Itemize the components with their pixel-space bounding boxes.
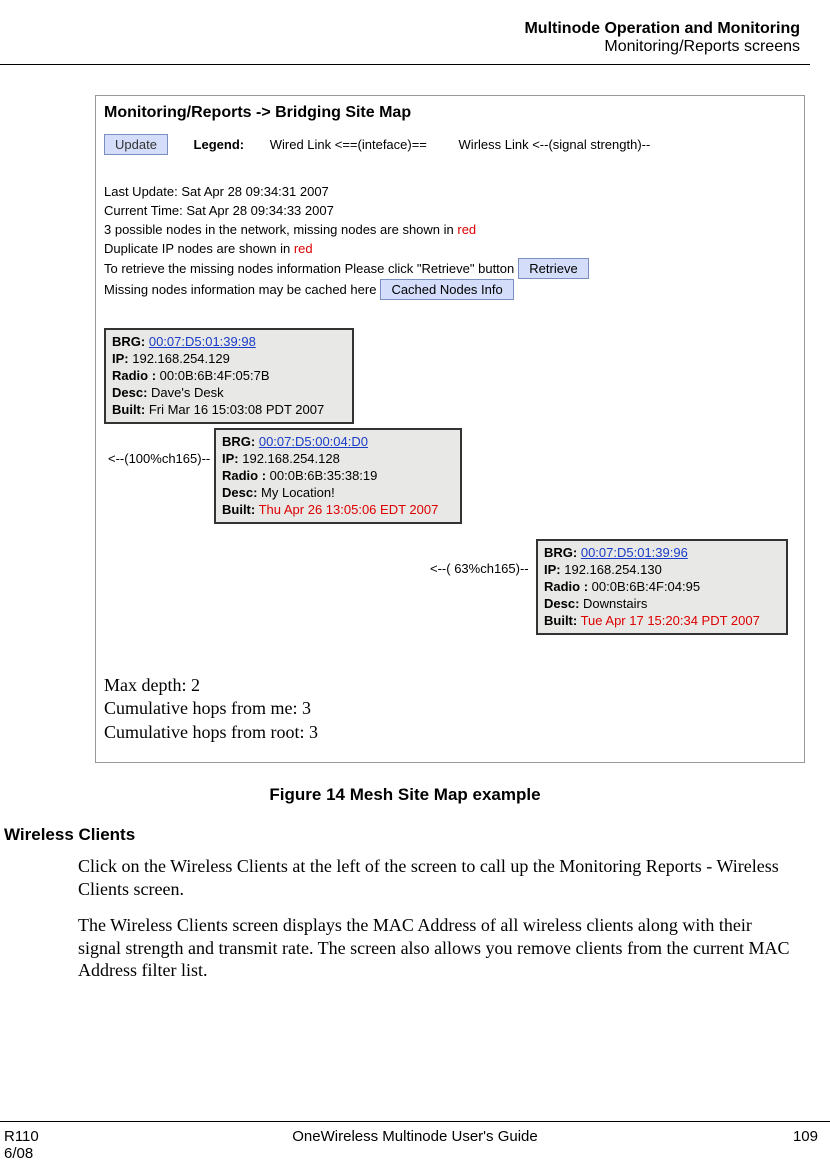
radio-label: Radio : <box>222 468 266 483</box>
footer-center: OneWireless Multinode User's Guide <box>0 1128 830 1145</box>
max-depth: Max depth: 2 <box>104 674 318 697</box>
update-button[interactable]: Update <box>104 134 168 155</box>
ip-value: 192.168.254.130 <box>561 562 662 577</box>
possible-nodes-prefix: 3 possible nodes in the network, missing… <box>104 222 457 237</box>
desc-label: Desc: <box>544 596 579 611</box>
signal-label-2: <--( 63%ch165)-- <box>430 561 529 576</box>
legend-wired: Wired Link <==(inteface)== <box>270 137 427 152</box>
last-update: Last Update: Sat Apr 28 09:34:31 2007 <box>104 183 804 202</box>
brg-mac-link[interactable]: 00:07:D5:01:39:96 <box>581 545 688 560</box>
node-box-3: BRG: 00:07:D5:01:39:96 IP: 192.168.254.1… <box>536 539 788 635</box>
radio-label: Radio : <box>544 579 588 594</box>
desc-label: Desc: <box>112 385 147 400</box>
brg-label: BRG: <box>112 334 145 349</box>
ip-value: 192.168.254.129 <box>129 351 230 366</box>
built-value: Tue Apr 17 15:20:34 PDT 2007 <box>577 613 760 628</box>
radio-value: 00:0B:6B:35:38:19 <box>266 468 377 483</box>
red-text: red <box>457 222 476 237</box>
radio-value: 00:0B:6B:4F:04:95 <box>588 579 700 594</box>
ip-value: 192.168.254.128 <box>239 451 340 466</box>
red-text: red <box>294 241 313 256</box>
node-box-2: BRG: 00:07:D5:00:04:D0 IP: 192.168.254.1… <box>214 428 462 524</box>
retrieve-line: To retrieve the missing nodes informatio… <box>104 258 804 279</box>
paragraph-1: Click on the Wireless Clients at the lef… <box>78 855 790 900</box>
hops-from-me: Cumulative hops from me: 3 <box>104 697 318 720</box>
desc-label: Desc: <box>222 485 257 500</box>
desc-value: Dave's Desk <box>147 385 223 400</box>
current-time: Current Time: Sat Apr 28 09:34:33 2007 <box>104 202 804 221</box>
possible-nodes-line: 3 possible nodes in the network, missing… <box>104 221 804 240</box>
section-heading: Wireless Clients <box>4 825 810 845</box>
cached-nodes-button[interactable]: Cached Nodes Info <box>380 279 513 300</box>
node-box-1: BRG: 00:07:D5:01:39:98 IP: 192.168.254.1… <box>104 328 354 424</box>
hops-from-root: Cumulative hops from root: 3 <box>104 721 318 744</box>
radio-value: 00:0B:6B:4F:05:7B <box>156 368 269 383</box>
screenshot-figure: Monitoring/Reports -> Bridging Site Map … <box>95 95 805 763</box>
built-value: Fri Mar 16 15:03:08 PDT 2007 <box>145 402 324 417</box>
ip-label: IP: <box>544 562 561 577</box>
radio-label: Radio : <box>112 368 156 383</box>
built-value: Thu Apr 26 13:05:06 EDT 2007 <box>255 502 438 517</box>
desc-value: My Location! <box>257 485 334 500</box>
built-label: Built: <box>112 402 145 417</box>
signal-label-1: <--(100%ch165)-- <box>108 451 210 466</box>
retrieve-button[interactable]: Retrieve <box>518 258 588 279</box>
dup-ip-line: Duplicate IP nodes are shown in red <box>104 240 804 259</box>
header-divider <box>0 64 810 65</box>
dup-ip-prefix: Duplicate IP nodes are shown in <box>104 241 294 256</box>
figure-caption: Figure 14 Mesh Site Map example <box>0 785 810 805</box>
header-title: Multinode Operation and Monitoring <box>0 20 800 38</box>
brg-label: BRG: <box>544 545 577 560</box>
page-footer: OneWireless Multinode User's Guide R110 … <box>0 1121 830 1162</box>
legend-wireless: Wirless Link <--(signal strength)-- <box>459 137 651 152</box>
ip-label: IP: <box>222 451 239 466</box>
desc-value: Downstairs <box>579 596 647 611</box>
ip-label: IP: <box>112 351 129 366</box>
brg-label: BRG: <box>222 434 255 449</box>
breadcrumb: Monitoring/Reports -> Bridging Site Map <box>96 96 804 132</box>
footer-date: 6/08 <box>4 1145 39 1162</box>
header-subtitle: Monitoring/Reports screens <box>0 38 800 56</box>
built-label: Built: <box>222 502 255 517</box>
cached-text: Missing nodes information may be cached … <box>104 282 376 297</box>
paragraph-2: The Wireless Clients screen displays the… <box>78 914 790 982</box>
brg-mac-link[interactable]: 00:07:D5:01:39:98 <box>149 334 256 349</box>
brg-mac-link[interactable]: 00:07:D5:00:04:D0 <box>259 434 368 449</box>
retrieve-text: To retrieve the missing nodes informatio… <box>104 261 514 276</box>
cached-line: Missing nodes information may be cached … <box>104 279 804 300</box>
legend-label: Legend: <box>194 137 245 152</box>
built-label: Built: <box>544 613 577 628</box>
